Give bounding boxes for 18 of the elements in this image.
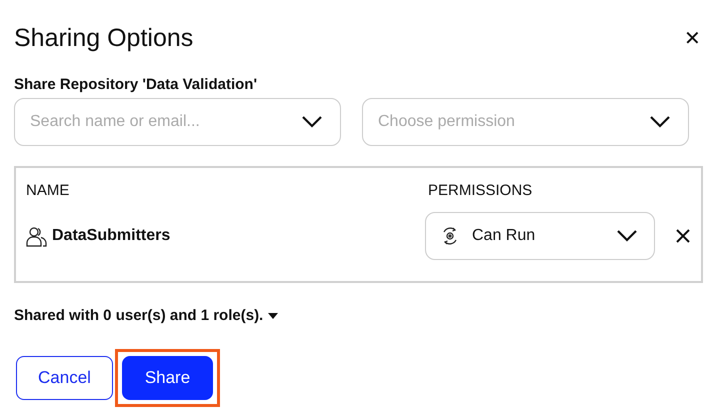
chevron-down-icon <box>301 115 323 129</box>
chevron-down-icon <box>649 115 671 129</box>
close-button[interactable]: ✕ <box>684 26 701 50</box>
form-label: Share Repository 'Data Validation' <box>14 76 258 93</box>
users-icon <box>26 225 48 247</box>
dialog-title: Sharing Options <box>14 24 194 52</box>
user-search-field[interactable]: Search name or email... <box>14 98 341 146</box>
caret-down-icon[interactable] <box>268 312 278 318</box>
remove-icon[interactable] <box>675 228 691 244</box>
column-header: NAME <box>26 182 70 198</box>
share-summary: Shared with 0 user(s) and 1 role(s). <box>14 307 264 324</box>
permission-dropdown[interactable]: Can Run <box>425 212 655 260</box>
cancel-button[interactable]: Cancel <box>16 356 113 400</box>
column-header: PERMISSIONS <box>428 182 532 198</box>
permission-select[interactable]: Choose permission <box>362 98 689 146</box>
share-button[interactable]: Share <box>122 356 213 400</box>
chevron-down-icon <box>616 229 638 243</box>
role-name: DataSubmitters <box>52 227 170 245</box>
